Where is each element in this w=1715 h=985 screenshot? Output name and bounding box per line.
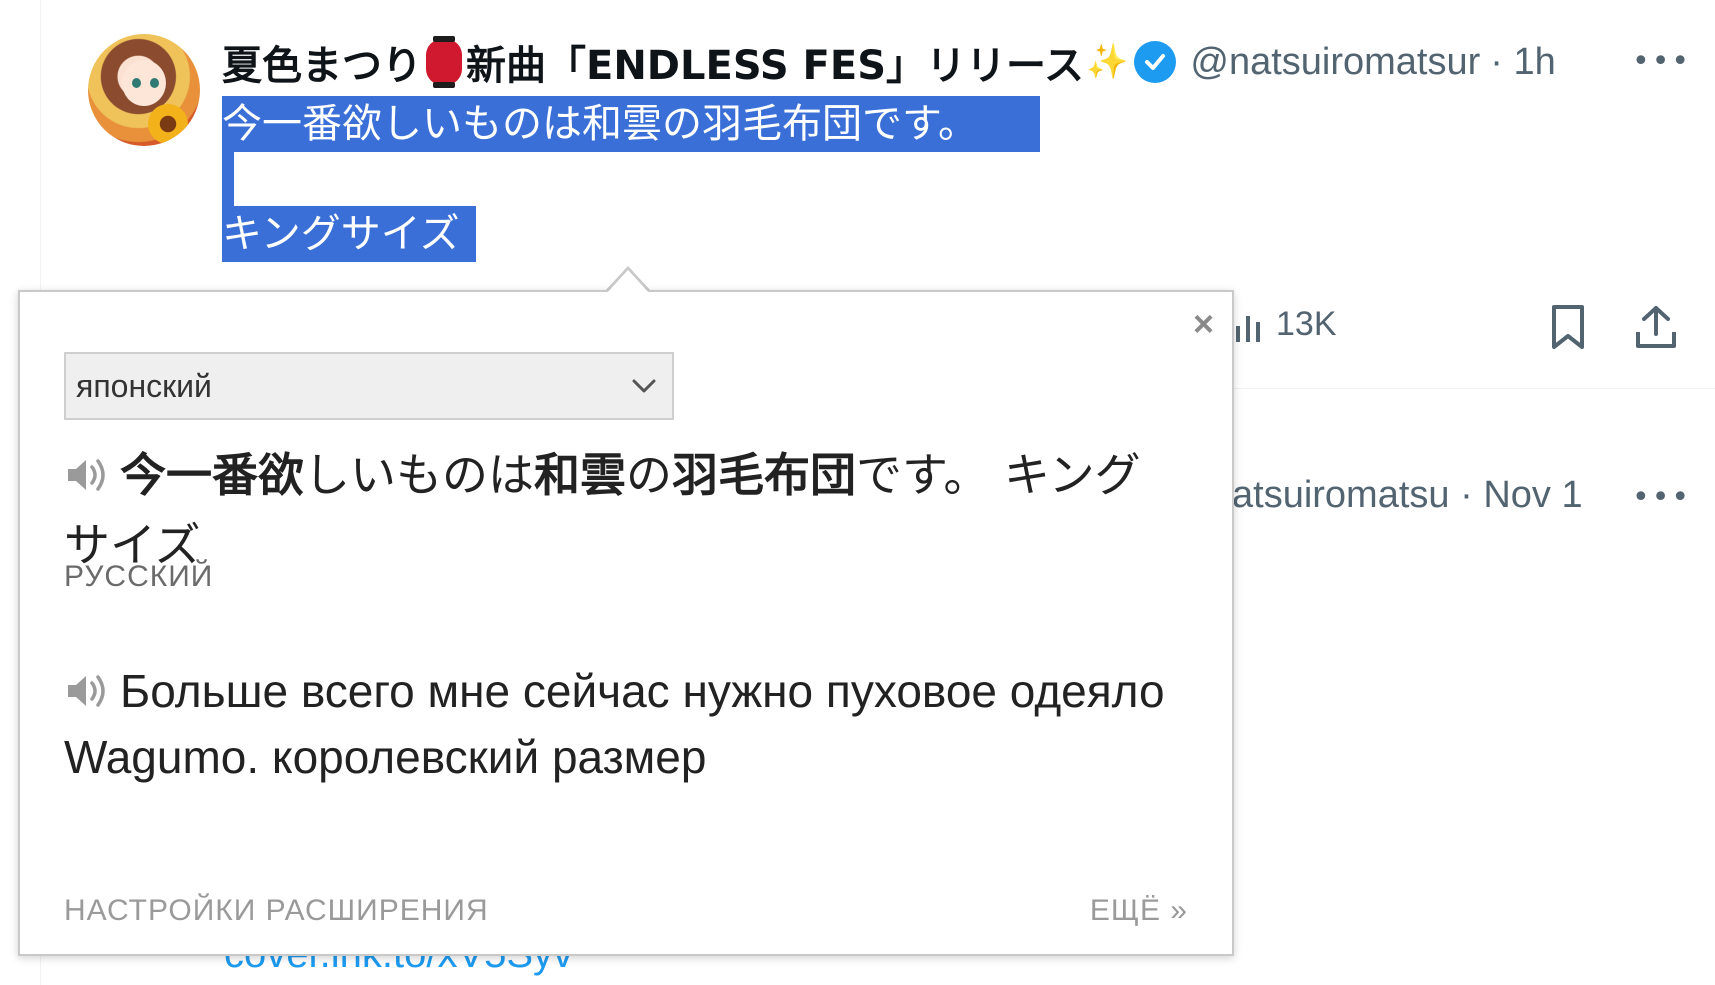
tweet2-more-icon[interactable]: ••• [1632,480,1691,515]
display-name[interactable]: 夏色まつり [222,33,422,91]
avatar[interactable] [88,34,200,146]
source-text-part: 羽毛布団 [672,448,856,502]
tweet-text-line-2: キングサイズ [222,206,476,262]
views-icon [1236,315,1260,342]
source-text: 今一番欲しいものは和雲の羽毛布団です。 キングサイズ [64,440,1184,580]
extension-settings-link[interactable]: НАСТРОЙКИ РАСШИРЕНИЯ [64,894,489,928]
target-language-text: РУССКИЙ [64,560,214,593]
bookmark-icon[interactable] [1548,304,1588,350]
display-name-suffix[interactable]: 新曲「ENDLESS FES」リリース [466,33,1084,91]
speaker-icon[interactable] [64,671,112,711]
translated-text-value: Больше всего мне сейчас нужно пуховое од… [64,665,1165,783]
source-text-part: しいものは [304,448,534,502]
popup-arrow-inner [606,270,650,294]
translation-popup: × японский 今一番欲しいものは和雲の羽毛布団です。 キングサイズ РУ… [18,290,1234,956]
close-icon[interactable]: × [1193,306,1214,342]
target-language-label: РУССКИЙ [64,560,213,594]
share-icon[interactable] [1634,304,1678,350]
tweet-text-line-1: 今一番欲しいものは和雲の羽毛布団です。 [222,96,1040,152]
more-icon[interactable]: ••• [1632,44,1691,79]
tweet-header: 夏色まつり 新曲「ENDLESS FES」リリース ✨ @natsuiromat… [222,30,1556,94]
views-count: 13K [1276,305,1337,343]
translated-text: Больше всего мне сейчас нужно пуховое од… [64,658,1184,790]
source-language-value: японский [76,367,212,404]
timestamp[interactable]: · 1h [1490,41,1555,84]
tweet2-handle[interactable]: atsuiromatsu [1232,474,1450,516]
source-text-part: 和雲 [534,448,626,502]
handle[interactable]: @natsuiromatsur [1190,41,1480,84]
speaker-icon[interactable] [64,455,112,495]
chevron-down-icon [632,379,656,393]
tweet2-header: atsuiromatsu · Nov 1 [1232,474,1583,517]
tweet2-timestamp[interactable]: · Nov 1 [1460,474,1582,516]
source-text-part: の [626,448,672,502]
verified-badge-icon[interactable] [1134,41,1177,83]
source-language-select[interactable]: японский [64,352,674,420]
views-button[interactable]: 13K [1236,305,1337,344]
sparkles-emoji-icon: ✨ [1086,42,1129,82]
selection-gap [222,152,234,206]
more-link[interactable]: ЕЩЁ » [1090,894,1188,928]
tweet-separator [1230,388,1715,389]
lantern-emoji-icon [426,36,462,88]
source-text-part: 今一番欲 [120,448,304,502]
